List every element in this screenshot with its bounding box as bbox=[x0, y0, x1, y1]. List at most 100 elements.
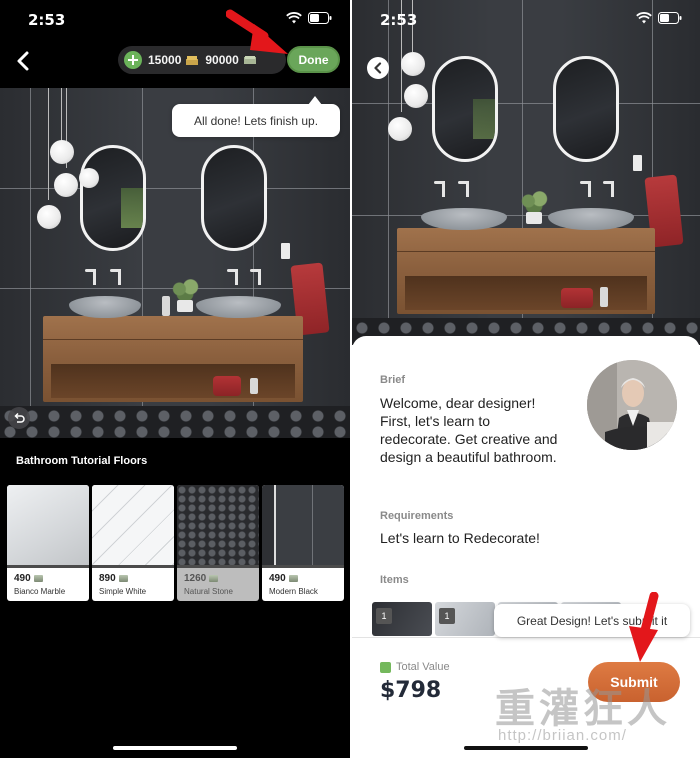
floor-price: 490 bbox=[269, 573, 298, 584]
home-indicator[interactable] bbox=[464, 746, 588, 750]
coin-stack-icon bbox=[186, 56, 199, 65]
floor-name: Natural Stone bbox=[184, 587, 233, 596]
floor-card-bianco-marble[interactable]: 490 Bianco Marble bbox=[7, 485, 89, 601]
wall-switch bbox=[633, 155, 642, 171]
faucet bbox=[458, 181, 469, 197]
stone-floor bbox=[0, 406, 350, 438]
floor-price: 890 bbox=[99, 573, 128, 584]
card-bar bbox=[177, 565, 259, 568]
pendant-bulb bbox=[50, 140, 74, 164]
undo-button[interactable] bbox=[8, 407, 30, 429]
floor-card-natural-stone[interactable]: 1260 Natural Stone bbox=[177, 485, 259, 601]
faucet bbox=[434, 181, 445, 197]
wall-switch bbox=[281, 243, 290, 259]
item-count-badge: 1 bbox=[439, 608, 455, 624]
mirror-right bbox=[201, 145, 267, 251]
floor-card-modern-black[interactable]: 490 Modern Black bbox=[262, 485, 344, 601]
floor-card-simple-white[interactable]: 890 Simple White bbox=[92, 485, 174, 601]
cash-small-icon bbox=[33, 575, 43, 582]
card-bar bbox=[262, 565, 344, 568]
item-thumbnail[interactable]: 1 bbox=[435, 602, 495, 636]
pendant-bulb bbox=[404, 84, 428, 108]
tile-line bbox=[388, 0, 389, 345]
watermark-title: 重灌狂人 bbox=[495, 687, 671, 731]
total-value-icon bbox=[380, 661, 391, 673]
status-icons bbox=[636, 12, 682, 24]
wood-vanity bbox=[397, 228, 655, 314]
folded-towels bbox=[213, 376, 241, 396]
faucet bbox=[603, 181, 614, 197]
cash-small-icon bbox=[209, 575, 219, 582]
status-bar: 2:53 bbox=[0, 0, 350, 40]
floors-section-title: Bathroom Tutorial Floors bbox=[16, 455, 148, 467]
wifi-icon bbox=[636, 12, 652, 24]
home-indicator[interactable] bbox=[113, 746, 237, 750]
undo-icon bbox=[14, 412, 25, 423]
left-phone-screen: 2:53 15000 90000 Done All done! Lets fin… bbox=[0, 0, 350, 758]
pendant-bulb bbox=[388, 117, 412, 141]
floor-name: Bianco Marble bbox=[14, 587, 66, 596]
card-bar bbox=[92, 565, 174, 568]
floor-swatch bbox=[262, 485, 344, 565]
bathroom-scene-image bbox=[0, 88, 350, 438]
battery-icon bbox=[308, 12, 332, 24]
tile-line bbox=[352, 103, 700, 104]
item-thumbnail[interactable]: 1 bbox=[372, 602, 432, 636]
floor-price: 1260 bbox=[184, 573, 219, 584]
bottle bbox=[600, 287, 608, 307]
back-chevron-icon bbox=[374, 62, 382, 74]
back-button[interactable] bbox=[367, 57, 389, 79]
mirror-left bbox=[80, 145, 146, 251]
mirror-right bbox=[553, 56, 619, 162]
wood-vanity bbox=[43, 316, 303, 402]
mirror-left bbox=[432, 56, 498, 162]
faucet-right-2 bbox=[250, 269, 261, 285]
folded-towels bbox=[561, 288, 593, 308]
battery-icon bbox=[658, 12, 682, 24]
bathroom-scene-image bbox=[352, 0, 700, 345]
floor-name: Simple White bbox=[99, 587, 147, 596]
red-arrow-icon bbox=[629, 592, 659, 662]
card-bar bbox=[7, 565, 89, 568]
total-value-row: Total Value bbox=[380, 661, 450, 673]
lamp-cord bbox=[61, 88, 62, 143]
faucet-right bbox=[227, 269, 238, 285]
floor-swatch bbox=[177, 485, 259, 565]
plus-circle-icon[interactable] bbox=[124, 51, 142, 69]
items-label: Items bbox=[380, 574, 409, 586]
cash-small-icon bbox=[118, 575, 128, 582]
brief-label: Brief bbox=[380, 374, 406, 386]
total-value-label: Total Value bbox=[396, 661, 450, 673]
bottle bbox=[162, 296, 170, 316]
status-time: 2:53 bbox=[380, 11, 418, 29]
red-arrow-icon bbox=[226, 9, 288, 54]
total-value-amount: $798 bbox=[380, 678, 442, 703]
back-chevron-icon[interactable] bbox=[14, 50, 34, 72]
brief-text: Welcome, dear designer! First, let's lea… bbox=[380, 395, 558, 465]
coin-count: 15000 bbox=[148, 53, 182, 67]
pendant-bulb bbox=[401, 52, 425, 76]
client-avatar bbox=[587, 360, 677, 450]
floor-swatch bbox=[7, 485, 89, 565]
faucet-left-2 bbox=[110, 269, 121, 285]
watermark-url: http://briian.com/ bbox=[498, 727, 627, 744]
tooltip-all-done: All done! Lets finish up. bbox=[172, 104, 340, 137]
tooltip-pointer bbox=[308, 96, 322, 105]
pendant-bulb bbox=[37, 205, 61, 229]
tooltip-text: All done! Lets finish up. bbox=[193, 113, 319, 128]
faucet bbox=[580, 181, 591, 197]
tile-line bbox=[30, 88, 31, 438]
requirements-text: Let's learn to Redecorate! bbox=[380, 530, 540, 546]
floor-price: 490 bbox=[14, 573, 43, 584]
lamp-cord bbox=[48, 88, 49, 200]
tile-line bbox=[0, 188, 350, 189]
faucet-left bbox=[85, 269, 96, 285]
pendant-bulb bbox=[79, 168, 99, 188]
floor-name: Modern Black bbox=[269, 587, 318, 596]
client-portrait bbox=[587, 360, 677, 450]
plant bbox=[520, 190, 548, 212]
status-time: 2:53 bbox=[28, 11, 66, 29]
done-button[interactable]: Done bbox=[287, 46, 340, 73]
floor-swatch bbox=[92, 485, 174, 565]
plant-pot bbox=[177, 300, 193, 312]
